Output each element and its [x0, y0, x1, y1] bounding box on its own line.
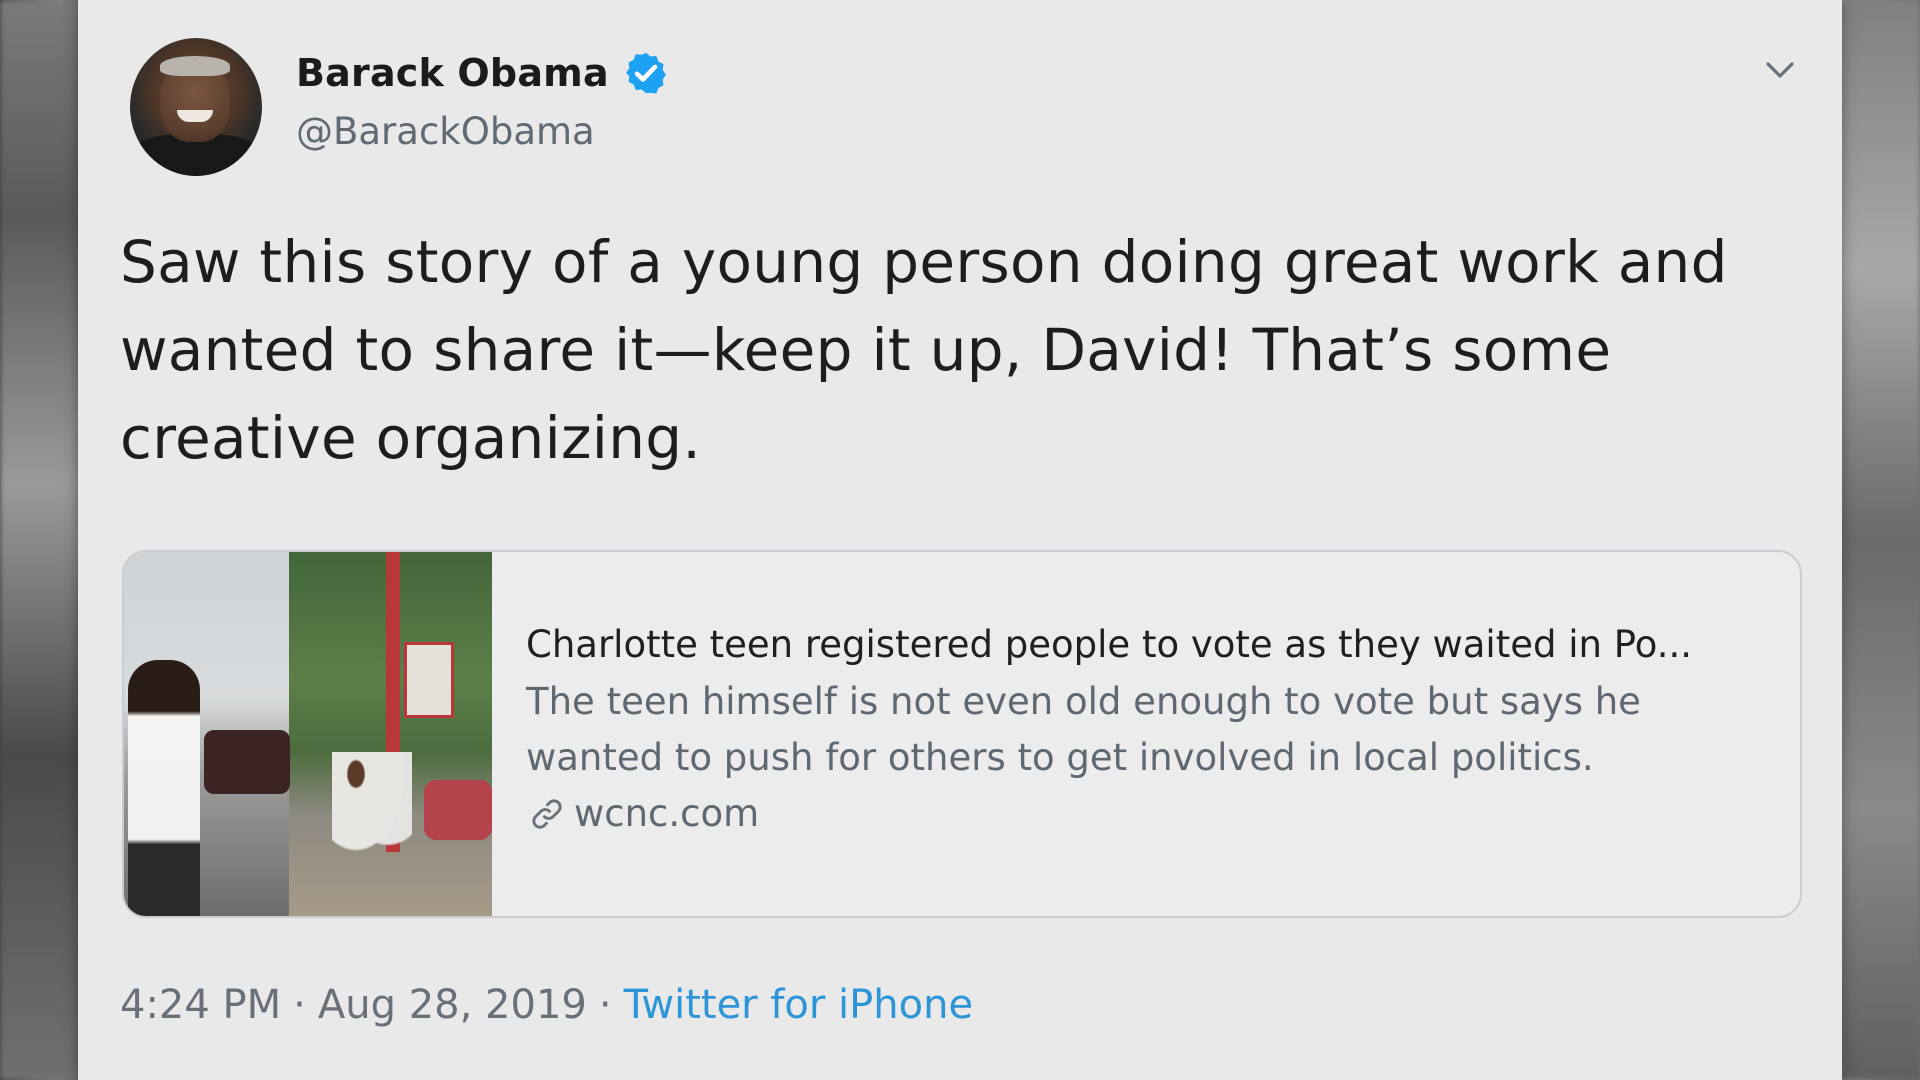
- author-handle[interactable]: @BarackObama: [296, 110, 595, 153]
- video-frame: Barack Obama @BarackObama Saw this story…: [0, 0, 1920, 1080]
- meta-separator: ·: [293, 982, 306, 1028]
- link-preview-title: Charlotte teen registered people to vote…: [526, 623, 1692, 666]
- tweet-meta: 4:24 PM · Aug 28, 2019 · Twitter for iPh…: [120, 982, 973, 1028]
- author-name-row: Barack Obama: [296, 50, 669, 96]
- blurred-background-right: [1840, 0, 1920, 1080]
- avatar-hair: [160, 56, 230, 76]
- verified-badge-icon: [625, 52, 666, 94]
- link-preview-body: Charlotte teen registered people to vote…: [492, 552, 1800, 916]
- link-preview-description-line: wanted to push for others to get involve…: [526, 736, 1594, 779]
- link-preview-description: The teen himself is not even old enough …: [526, 674, 1800, 786]
- tweet-date[interactable]: Aug 28, 2019: [318, 982, 587, 1028]
- tweet-text-line: creative organizing.: [120, 404, 702, 472]
- tweet-text-line: wanted to share it—keep it up, David! Th…: [120, 316, 1612, 384]
- thumbnail-car: [204, 730, 290, 794]
- link-preview-thumbnail: [124, 552, 492, 916]
- thumbnail-sign: [404, 642, 454, 718]
- thumbnail-teen: [128, 660, 200, 916]
- link-preview-domain-row: wcnc.com: [526, 792, 1800, 835]
- thumbnail-people: [332, 752, 412, 862]
- tweet-text: Saw this story of a young person doing g…: [120, 218, 1820, 482]
- chevron-down-icon[interactable]: [1760, 50, 1800, 90]
- tweet-time[interactable]: 4:24 PM: [120, 982, 281, 1028]
- meta-separator: ·: [598, 982, 612, 1028]
- thumbnail-red-car: [424, 780, 492, 840]
- link-preview-domain: wcnc.com: [574, 792, 760, 835]
- blurred-background-left: [0, 0, 80, 1080]
- tweet-source-link[interactable]: Twitter for iPhone: [624, 982, 974, 1028]
- link-preview-card[interactable]: Charlotte teen registered people to vote…: [122, 550, 1802, 918]
- link-preview-description-line: The teen himself is not even old enough …: [526, 680, 1641, 723]
- author-display-name[interactable]: Barack Obama: [296, 51, 609, 95]
- tweet-text-line: Saw this story of a young person doing g…: [120, 228, 1728, 296]
- link-icon: [532, 798, 562, 829]
- tweet-card: Barack Obama @BarackObama Saw this story…: [78, 0, 1842, 1080]
- avatar[interactable]: [130, 38, 262, 176]
